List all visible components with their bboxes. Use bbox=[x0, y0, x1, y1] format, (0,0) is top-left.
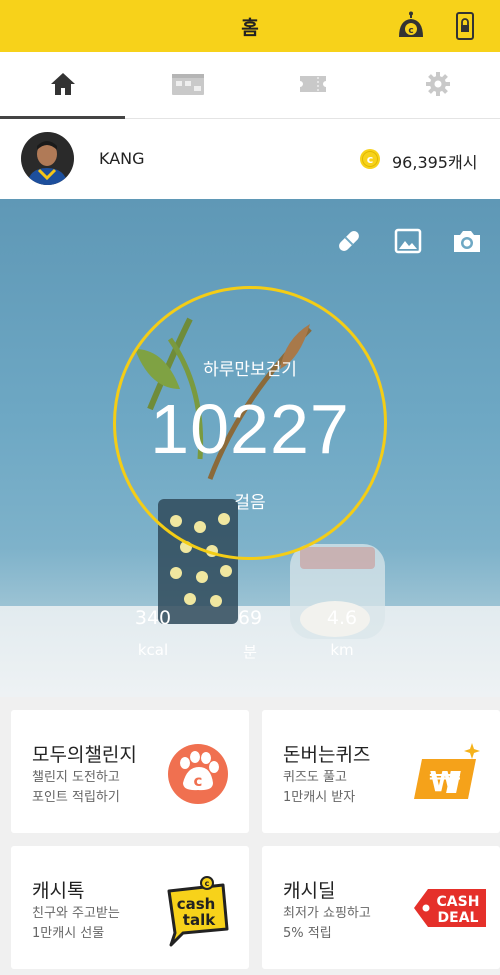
stat-unit: kcal bbox=[137, 641, 169, 659]
cashbot-icon[interactable]: c bbox=[396, 11, 426, 41]
tab-settings[interactable] bbox=[375, 52, 500, 119]
svg-text:c: c bbox=[408, 26, 413, 36]
stat-value: 340 bbox=[134, 607, 172, 629]
stat-distance: 4.6 km bbox=[297, 607, 387, 659]
card-challenge[interactable]: 모두의챌린지 챌린지 도전하고 포인트 적립하기 c bbox=[11, 710, 249, 833]
cashtalk-logo-text: talk bbox=[183, 911, 216, 929]
card-title: 캐시톡 bbox=[32, 880, 85, 902]
pill-icon[interactable] bbox=[334, 226, 364, 256]
card-description: 챌린지 도전하고 포인트 적립하기 bbox=[32, 768, 120, 808]
camera-icon[interactable] bbox=[451, 226, 481, 256]
tab-calendar[interactable] bbox=[125, 52, 250, 119]
card-desc-line: 친구와 주고받는 bbox=[32, 906, 120, 921]
card-title: 모두의챌린지 bbox=[32, 744, 137, 766]
card-desc-line: 챌린지 도전하고 bbox=[32, 770, 120, 785]
card-desc-line: 최저가 쇼핑하고 bbox=[283, 906, 371, 921]
cashdeal-logo-text: DEAL bbox=[438, 910, 479, 926]
card-cashtalk[interactable]: 캐시톡 친구와 주고받는 1만캐시 선물 c cash talk bbox=[11, 846, 249, 969]
won-quiz-icon: ₩ bbox=[414, 737, 484, 807]
card-desc-line: 1만캐시 받자 bbox=[283, 790, 356, 805]
svg-text:c: c bbox=[205, 879, 210, 888]
profile-bar: KANG c 96,395캐시 bbox=[0, 119, 500, 199]
svg-text:c: c bbox=[367, 153, 374, 166]
stat-unit: km bbox=[330, 641, 354, 659]
card-cashdeal[interactable]: 캐시딜 최저가 쇼핑하고 5% 적립 CASH DEAL bbox=[262, 846, 500, 969]
gear-icon bbox=[425, 71, 451, 101]
tab-home[interactable] bbox=[0, 52, 125, 119]
tab-ticket[interactable] bbox=[250, 52, 375, 119]
stat-calories: 340 kcal bbox=[108, 607, 198, 659]
card-title: 돈버는퀴즈 bbox=[283, 744, 371, 766]
step-unit: 걸음 bbox=[234, 493, 266, 513]
image-icon[interactable] bbox=[393, 226, 423, 256]
home-icon bbox=[49, 71, 77, 101]
card-quiz[interactable]: 돈버는퀴즈 퀴즈도 풀고 1만캐시 받자 ₩ bbox=[262, 710, 500, 833]
cashdeal-logo-text: CASH bbox=[437, 894, 480, 910]
cash-deal-icon: CASH DEAL bbox=[412, 873, 488, 943]
card-desc-line: 5% 적립 bbox=[283, 926, 332, 941]
ticket-icon bbox=[298, 73, 328, 99]
avatar[interactable] bbox=[21, 132, 74, 185]
card-desc-line: 1만캐시 선물 bbox=[32, 926, 105, 941]
lock-phone-icon[interactable] bbox=[450, 11, 480, 41]
stat-value: 4.6 bbox=[326, 607, 358, 629]
cash-balance[interactable]: 96,395캐시 bbox=[392, 149, 477, 173]
card-description: 퀴즈도 풀고 1만캐시 받자 bbox=[283, 768, 355, 808]
paw-coin-icon: c bbox=[163, 737, 233, 807]
challenge-title: 하루만보걷기 bbox=[203, 360, 297, 380]
stat-unit: 분 bbox=[243, 643, 257, 661]
card-description: 친구와 주고받는 1만캐시 선물 bbox=[32, 904, 120, 944]
card-desc-line: 퀴즈도 풀고 bbox=[283, 770, 347, 785]
card-description: 최저가 쇼핑하고 5% 적립 bbox=[283, 904, 371, 944]
step-count: 10227 bbox=[150, 390, 350, 468]
cash-talk-icon: c cash talk bbox=[163, 873, 233, 947]
top-app-bar: 홈 c bbox=[0, 0, 500, 52]
stat-value: 69 bbox=[237, 607, 263, 629]
stat-minutes: 69 분 bbox=[205, 607, 295, 662]
coin-icon: c bbox=[359, 148, 381, 170]
calendar-icon bbox=[171, 72, 205, 100]
card-title: 캐시딜 bbox=[283, 880, 336, 902]
step-counter-hero: 하루만보걷기 10227 걸음 340 kcal 69 분 4.6 km bbox=[0, 199, 500, 697]
user-name: KANG bbox=[99, 149, 145, 168]
card-desc-line: 포인트 적립하기 bbox=[32, 790, 120, 805]
tab-bar bbox=[0, 52, 500, 119]
svg-text:c: c bbox=[194, 772, 203, 790]
